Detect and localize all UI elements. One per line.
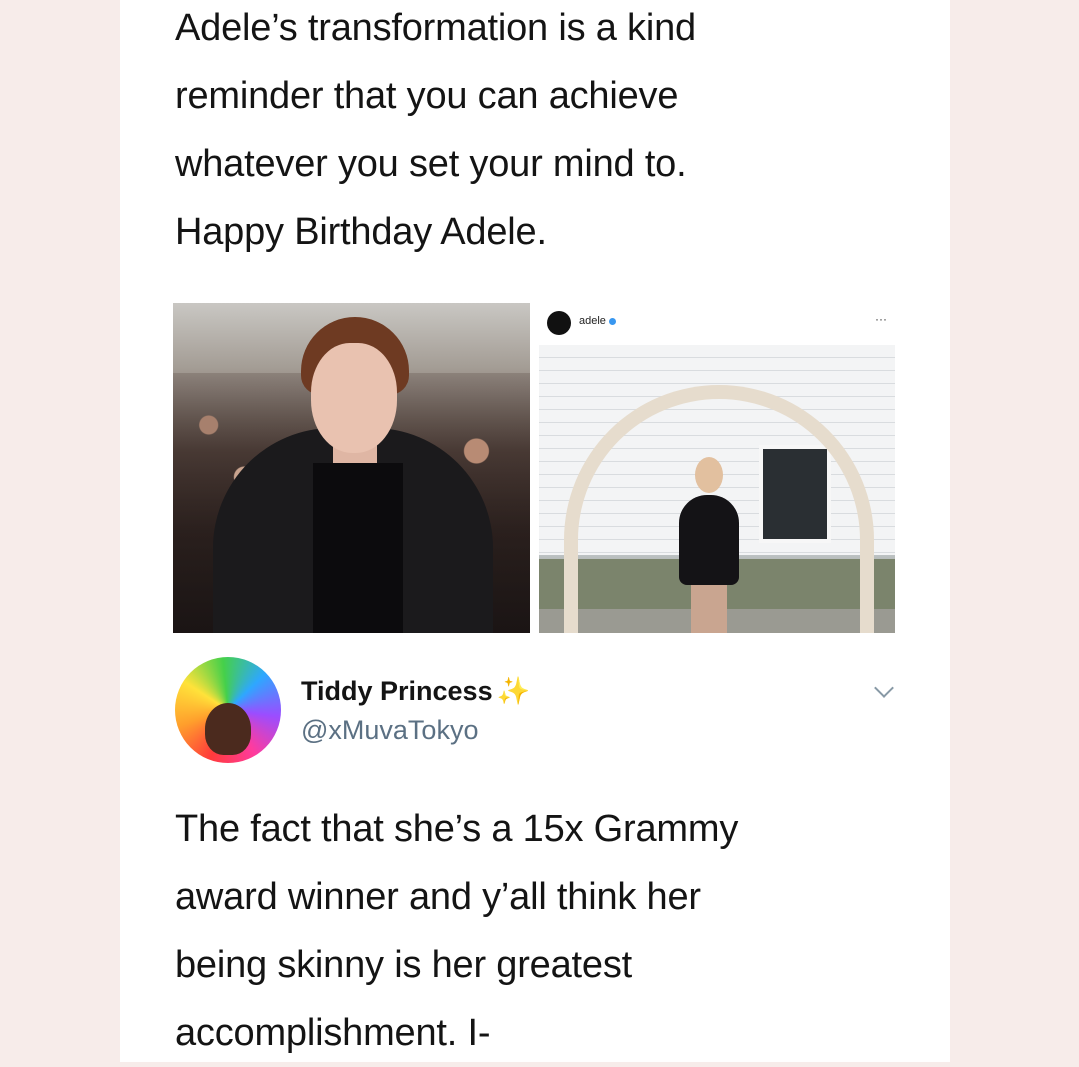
text-line: whatever you set your mind to. xyxy=(175,143,687,185)
tweet-card: Adele’s transformation is a kind reminde… xyxy=(120,0,950,1062)
text-line: award winner and y’all think her xyxy=(175,876,701,918)
avatar-face xyxy=(205,703,251,755)
reply-tweet-text: The fact that she’s a 15x Grammy award w… xyxy=(175,795,875,1067)
instagram-screenshot[interactable]: adele ··· xyxy=(539,303,895,633)
text-line: Adele’s transformation is a kind xyxy=(175,7,696,49)
display-name[interactable]: Tiddy Princess ✨ xyxy=(301,675,530,707)
dress xyxy=(313,463,403,633)
reply-header: Tiddy Princess ✨ @xMuvaTokyo xyxy=(175,655,895,765)
text-line: Happy Birthday Adele. xyxy=(175,211,547,253)
person-head xyxy=(695,457,723,493)
legs xyxy=(691,583,727,633)
text-line: being skinny is her greatest xyxy=(175,944,632,986)
chevron-down-icon[interactable] xyxy=(873,681,895,703)
before-photo[interactable] xyxy=(173,303,530,633)
instagram-avatar xyxy=(547,311,571,335)
instagram-post-header: adele ··· xyxy=(539,303,895,343)
text-line: The fact that she’s a 15x Grammy xyxy=(175,808,739,850)
quoted-tweet-text: Adele’s transformation is a kind reminde… xyxy=(175,0,875,266)
avatar[interactable] xyxy=(175,657,281,763)
verified-badge-icon xyxy=(608,317,616,325)
person-dress xyxy=(679,495,739,585)
text-line: reminder that you can achieve xyxy=(175,75,679,117)
text-line: accomplishment. I- xyxy=(175,1012,491,1054)
tweet-media[interactable]: adele ··· xyxy=(173,303,895,633)
sparkles-icon: ✨ xyxy=(496,676,531,706)
after-photo xyxy=(539,345,895,633)
more-options-icon: ··· xyxy=(875,312,887,326)
user-handle[interactable]: @xMuvaTokyo xyxy=(301,715,478,746)
display-name-text: Tiddy Princess xyxy=(301,676,493,706)
face xyxy=(311,343,397,453)
username-text: adele xyxy=(579,315,606,327)
instagram-username: adele xyxy=(579,315,616,327)
